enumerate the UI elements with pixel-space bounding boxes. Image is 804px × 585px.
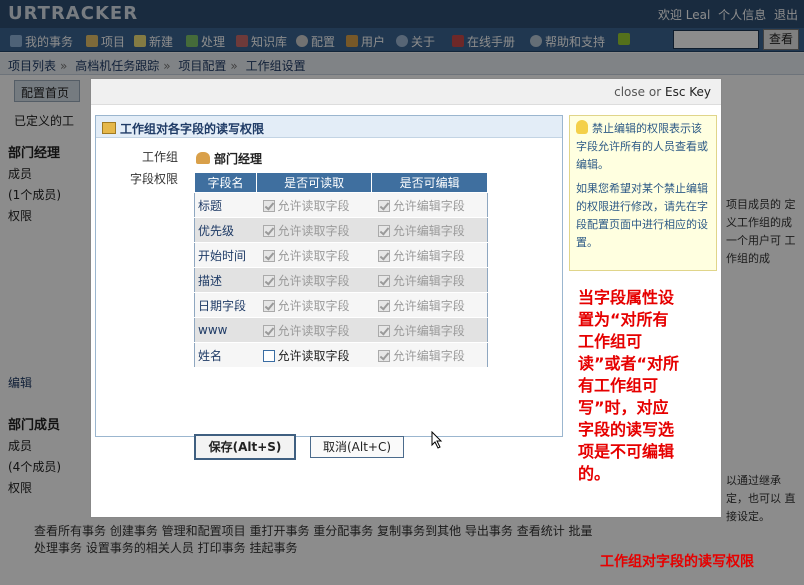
close-link[interactable]: close	[614, 85, 645, 99]
read-checkbox	[262, 324, 275, 337]
workgroup-label: 工作组	[141, 150, 178, 164]
edit-checkbox	[377, 199, 390, 212]
read-permission-cell: 允许读取字段	[256, 292, 372, 318]
read-checkbox[interactable]	[262, 349, 275, 362]
col-readable: 是否可读取	[255, 172, 373, 193]
table-body: 标题 允许读取字段 允许编辑字段 优先级 允许读取字段 允许编辑字段 开始时间 允许读取字段允…	[194, 192, 488, 368]
read-checkbox-label: 允许读取字段	[277, 298, 350, 313]
field-name: www	[194, 317, 257, 343]
table-row: 标题 允许读取字段 允许编辑字段	[194, 192, 488, 218]
edit-checkbox-label: 允许编辑字段	[392, 348, 465, 363]
read-checkbox	[262, 274, 275, 287]
read-checkbox	[262, 249, 275, 262]
table-row: 描述 允许读取字段 允许编辑字段	[194, 267, 488, 293]
table-icon	[102, 122, 116, 134]
read-checkbox	[262, 199, 275, 212]
edit-permission-cell: 允许编辑字段	[371, 342, 488, 368]
table-row: 优先级 允许读取字段 允许编辑字段	[194, 217, 488, 243]
edit-permission-cell: 允许编辑字段	[371, 242, 488, 268]
panel-title: 工作组对各字段的读写权限	[96, 116, 562, 138]
edit-checkbox-label: 允许编辑字段	[392, 198, 465, 213]
field-name: 开始时间	[194, 242, 257, 268]
annotation-text: 当字段属性设置为“对所有工作组可读”或者“对所有工作组可写”时，对应字段的读写选…	[578, 288, 680, 483]
field-name: 日期字段	[194, 292, 257, 318]
read-permission-cell: 允许读取字段	[256, 342, 372, 368]
col-editable: 是否可编辑	[371, 172, 488, 193]
read-checkbox	[262, 224, 275, 237]
save-button[interactable]: 保存(Alt+S)	[194, 434, 296, 460]
field-permission-label: 字段权限	[129, 172, 178, 186]
field-name: 优先级	[194, 217, 257, 243]
edit-checkbox	[377, 324, 390, 337]
edit-checkbox-label: 允许编辑字段	[392, 223, 465, 238]
edit-checkbox	[377, 349, 390, 362]
edit-checkbox	[377, 249, 390, 262]
read-checkbox-label: 允许读取字段	[277, 323, 350, 338]
tip-text-1: 禁止编辑的权限表示该字段允许所有的人员查看或编辑。	[576, 120, 708, 171]
read-permission-cell: 允许读取字段	[256, 267, 372, 293]
table-row: 开始时间 允许读取字段 允许编辑字段	[194, 242, 488, 268]
edit-checkbox	[377, 299, 390, 312]
edit-permission-cell: 允许编辑字段	[371, 217, 488, 243]
field-name: 姓名	[194, 342, 257, 368]
field-permission-table: 字段名 是否可读取 是否可编辑 标题 允许读取字段 允许编辑字段 优先级 允许读取字段允…	[194, 172, 488, 368]
edit-checkbox-label: 允许编辑字段	[392, 298, 465, 313]
cancel-button[interactable]: 取消(Alt+C)	[310, 436, 404, 458]
read-checkbox-label: 允许读取字段	[277, 198, 350, 213]
close-or: or	[648, 85, 662, 99]
permission-panel: 工作组对各字段的读写权限 工作组 部门经理 字段权限 字段名 是否可读取 是否可…	[95, 115, 563, 460]
edit-permission-cell: 允许编辑字段	[371, 292, 488, 318]
edit-checkbox-label: 允许编辑字段	[392, 248, 465, 263]
edit-permission-cell: 允许编辑字段	[371, 192, 488, 218]
lightbulb-icon	[576, 120, 588, 134]
edit-checkbox	[377, 274, 390, 287]
read-permission-cell: 允许读取字段	[256, 317, 372, 343]
edit-checkbox-label: 允许编辑字段	[392, 323, 465, 338]
user-group-icon	[196, 152, 210, 164]
edit-checkbox-label: 允许编辑字段	[392, 273, 465, 288]
edit-permission-cell: 允许编辑字段	[371, 267, 488, 293]
figure-caption: 工作组对字段的读写权限	[600, 554, 754, 570]
table-row: 姓名 允许读取字段 允许编辑字段	[194, 342, 488, 368]
read-checkbox	[262, 299, 275, 312]
table-header: 字段名 是否可读取 是否可编辑	[194, 172, 488, 193]
close-hint[interactable]: close or Esc Key	[614, 85, 711, 99]
mouse-cursor-icon	[431, 431, 443, 449]
read-permission-cell: 允许读取字段	[256, 242, 372, 268]
read-permission-cell: 允许读取字段	[256, 192, 372, 218]
col-field-name: 字段名	[194, 172, 257, 193]
workgroup-value: 部门经理	[196, 150, 262, 167]
table-row: 日期字段 允许读取字段 允许编辑字段	[194, 292, 488, 318]
tip-box: 禁止编辑的权限表示该字段允许所有的人员查看或编辑。 如果您希望对某个禁止编辑的权…	[569, 115, 717, 271]
edit-permission-cell: 允许编辑字段	[371, 317, 488, 343]
read-checkbox-label: 允许读取字段	[277, 273, 350, 288]
read-checkbox-label: 允许读取字段	[277, 223, 350, 238]
read-checkbox-label: 允许读取字段	[277, 248, 350, 263]
field-name: 描述	[194, 267, 257, 293]
field-name: 标题	[194, 192, 257, 218]
tip-text-2: 如果您希望对某个禁止编辑的权限进行修改，请先在字段配置页面中进行相应的设置。	[576, 182, 708, 249]
read-permission-cell: 允许读取字段	[256, 217, 372, 243]
esc-key-label: Esc Key	[664, 85, 711, 99]
table-row: www 允许读取字段 允许编辑字段	[194, 317, 488, 343]
dialog-header: close or Esc Key	[91, 79, 721, 105]
read-checkbox-label: 允许读取字段	[277, 348, 350, 363]
edit-checkbox	[377, 224, 390, 237]
